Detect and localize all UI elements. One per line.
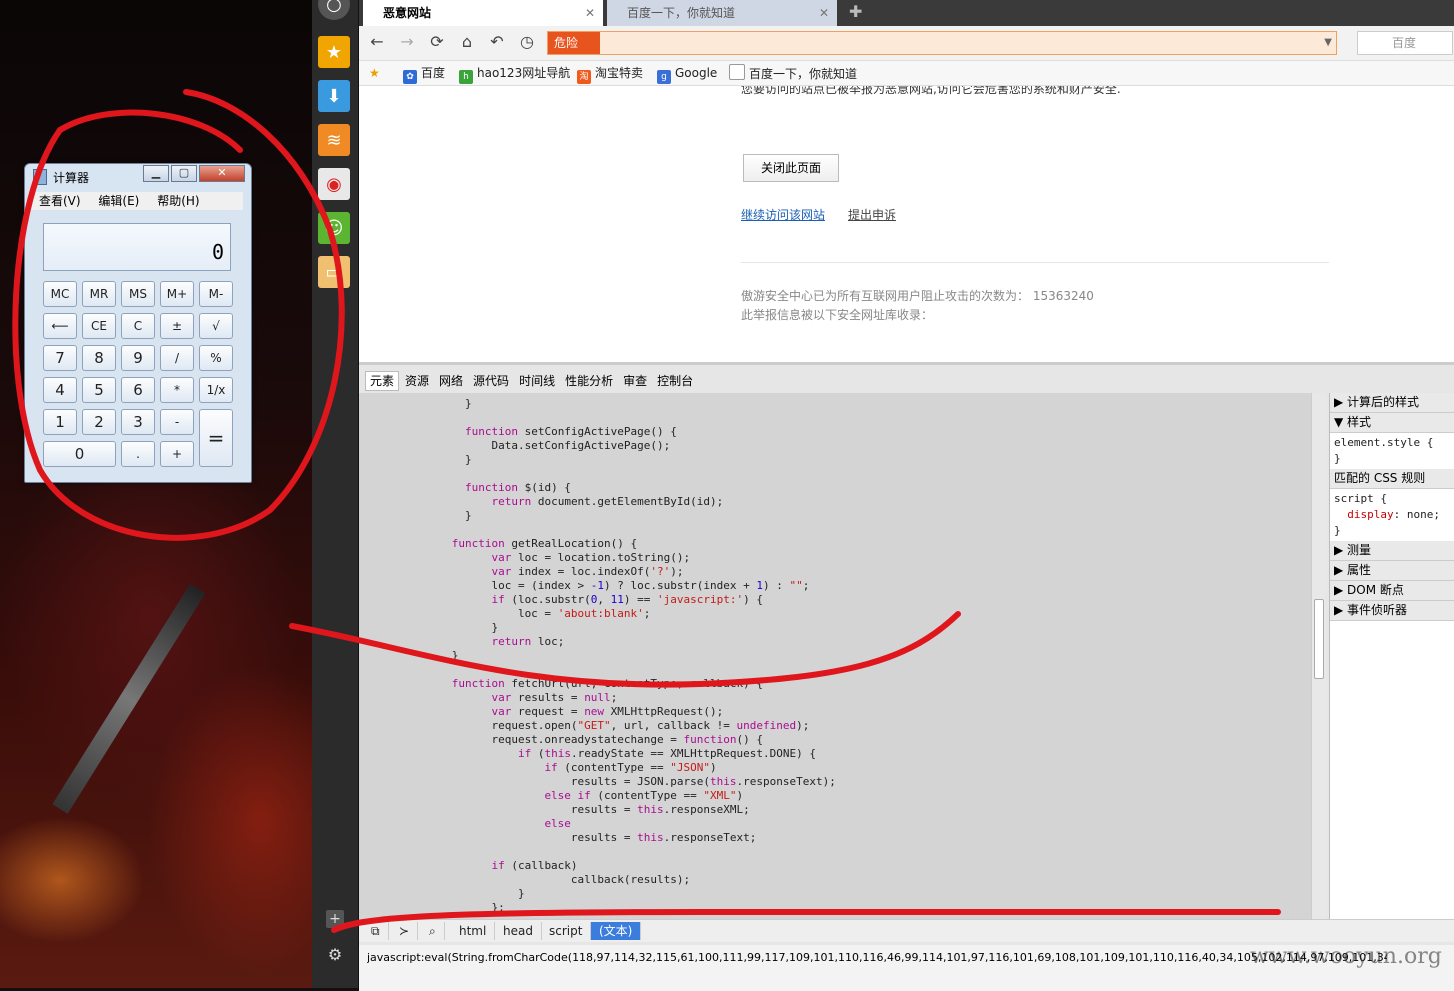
watermark: www.wooyun.org xyxy=(1250,944,1442,969)
underline-annotation xyxy=(289,611,961,688)
circle-annotation xyxy=(12,89,345,541)
bottom-underline-annotation xyxy=(331,909,1281,933)
red-annotation-overlay xyxy=(12,89,1281,933)
